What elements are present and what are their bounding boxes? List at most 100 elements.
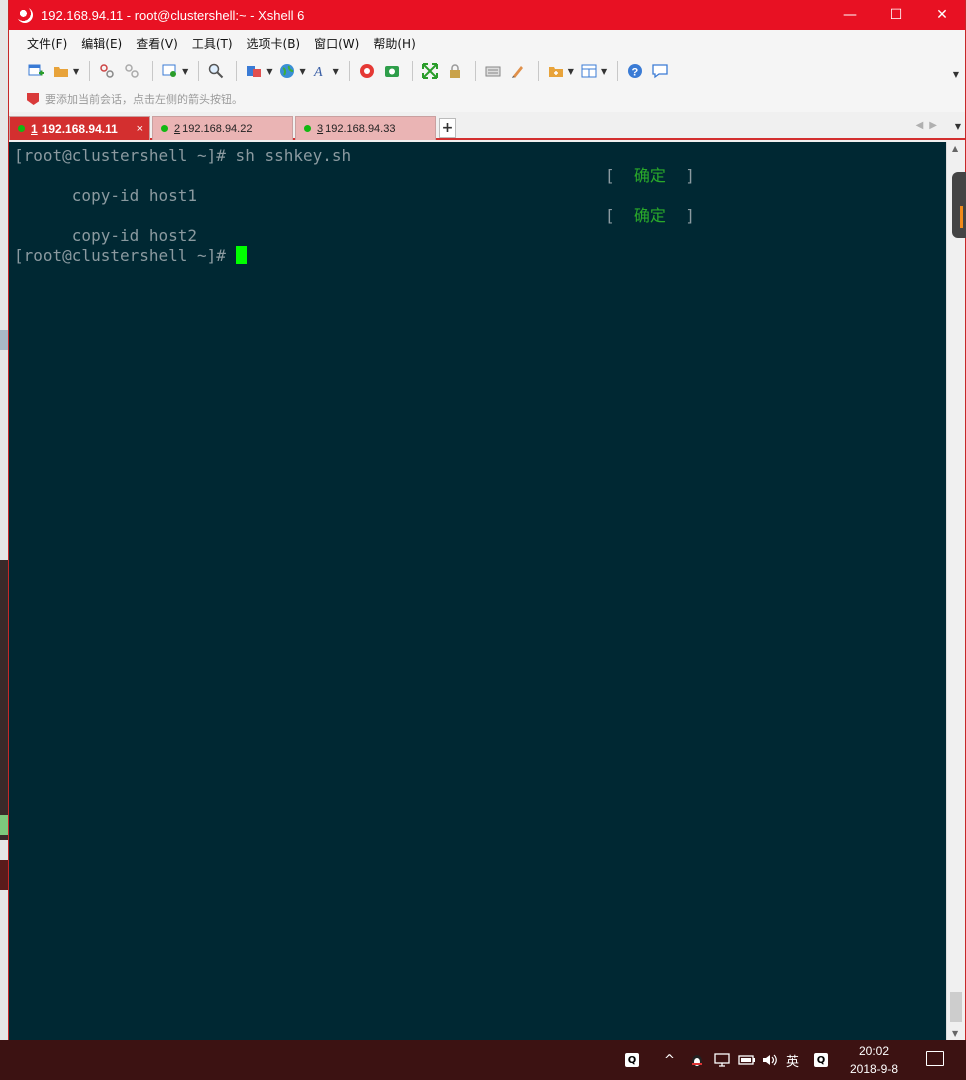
toolbar-separator: [198, 61, 200, 81]
tab-session-3[interactable]: 3 192.168.94.33: [295, 116, 436, 140]
add-tab-button[interactable]: +: [439, 118, 456, 138]
clock-time: 20:02: [858, 1044, 890, 1058]
qq-penguin-icon[interactable]: [690, 1050, 704, 1070]
tab-session-2[interactable]: 2 192.168.94.22: [152, 116, 293, 140]
widget-indicator: [960, 206, 963, 228]
globe-icon[interactable]: [276, 60, 298, 82]
battery-icon[interactable]: [738, 1050, 756, 1070]
highlight-icon[interactable]: [507, 60, 529, 82]
toolbar-separator: [617, 61, 619, 81]
toolbar: ▼ ▼ ▼ ▼ A ▼ ▼ ▼ ? ▼: [9, 56, 965, 86]
tab-session-1[interactable]: 1 192.168.94.11 ×: [9, 116, 150, 140]
terminal-line: copy-id host2 [ 确定 ]: [14, 206, 947, 245]
floating-side-widget[interactable]: [952, 172, 966, 238]
tray-app-icon[interactable]: Q: [625, 1050, 639, 1070]
network-icon[interactable]: [714, 1050, 730, 1070]
tab-label: 192.168.94.22: [182, 122, 253, 135]
desktop-window-edge: [0, 860, 8, 890]
status-bracket-close: ]: [665, 166, 695, 185]
taskbar-clock[interactable]: 20:02 2018-9-8: [844, 1042, 904, 1078]
tab-scroll-arrows-icon[interactable]: ◀▶: [916, 120, 943, 131]
terminal-area[interactable]: [root@clustershell ~]# sh sshkey.sh copy…: [9, 142, 947, 1040]
chevron-down-icon[interactable]: ▼: [333, 67, 339, 76]
desktop-background: [0, 0, 8, 1040]
status-bracket-open: [: [605, 206, 634, 225]
add-session-arrow-icon[interactable]: [27, 93, 39, 105]
new-folder-icon[interactable]: [545, 60, 567, 82]
terminal-text: [root@clustershell ~]# sh sshkey.sh: [14, 146, 352, 165]
session-bar: 要添加当前会话，点击左侧的箭头按钮。: [9, 86, 965, 112]
desktop-window-edge: [0, 330, 8, 350]
tray-app-icon[interactable]: Q: [814, 1050, 828, 1070]
terminal-prompt-line: [root@clustershell ~]#: [14, 246, 947, 266]
chevron-down-icon[interactable]: ▼: [299, 67, 305, 76]
chat-icon[interactable]: [649, 60, 671, 82]
scroll-down-icon[interactable]: ▼: [952, 1029, 958, 1038]
disconnect-icon[interactable]: [96, 60, 118, 82]
connected-status-icon: [161, 125, 168, 132]
new-session-icon[interactable]: [25, 60, 47, 82]
taskbar: Q ^ 英 Q 20:02 2018-9-8: [0, 1040, 966, 1080]
chevron-down-icon[interactable]: ▼: [182, 67, 188, 76]
menu-window[interactable]: 窗口(W): [314, 35, 359, 52]
tray-expand-icon[interactable]: ^: [664, 1050, 675, 1070]
session-hint: 要添加当前会话，点击左侧的箭头按钮。: [45, 93, 243, 106]
layout-icon[interactable]: [578, 60, 600, 82]
clock-date: 2018-9-8: [849, 1062, 899, 1076]
toolbar-separator: [537, 61, 539, 81]
chevron-down-icon[interactable]: ▼: [266, 67, 272, 76]
menu-tools[interactable]: 工具(T): [192, 35, 233, 52]
tab-index: 3: [317, 122, 324, 135]
menu-edit[interactable]: 编辑(E): [81, 35, 122, 52]
xftp-icon[interactable]: [356, 60, 378, 82]
chevron-down-icon[interactable]: ▼: [568, 67, 574, 76]
volume-icon[interactable]: [762, 1050, 778, 1070]
close-tab-icon[interactable]: ×: [137, 123, 143, 135]
keyboard-icon[interactable]: [482, 60, 504, 82]
lock-icon[interactable]: [444, 60, 466, 82]
desktop-window-edge: [0, 560, 8, 840]
menu-help[interactable]: 帮助(H): [373, 35, 415, 52]
qq-tray-icon[interactable]: Q: [625, 1053, 639, 1067]
title-bar[interactable]: 192.168.94.11 - root@clustershell:~ - Xs…: [9, 0, 965, 30]
tab-index: 2: [174, 122, 181, 135]
menu-tabs[interactable]: 选项卡(B): [247, 35, 301, 52]
tab-list-dropdown-icon[interactable]: ▼: [955, 122, 961, 131]
properties-icon[interactable]: [159, 60, 181, 82]
toolbar-overflow-icon[interactable]: ▼: [953, 70, 959, 79]
status-indicator: [ 确定 ]: [605, 166, 695, 186]
close-button[interactable]: ✕: [919, 0, 965, 30]
maximize-button[interactable]: ☐: [873, 0, 919, 30]
scrollbar-thumb[interactable]: [950, 992, 962, 1022]
toolbar-separator: [474, 61, 476, 81]
scroll-up-icon[interactable]: ▲: [952, 144, 958, 153]
connected-status-icon: [304, 125, 311, 132]
help-icon[interactable]: ?: [624, 60, 646, 82]
font-icon[interactable]: A: [310, 60, 332, 82]
desktop-window-edge: [0, 815, 8, 835]
camera-icon[interactable]: [381, 60, 403, 82]
menu-file[interactable]: 文件(F): [27, 35, 67, 52]
chevron-down-icon[interactable]: ▼: [73, 67, 79, 76]
qq-tray-icon[interactable]: Q: [814, 1053, 828, 1067]
minimize-button[interactable]: —: [827, 0, 873, 30]
status-bracket-close: ]: [665, 206, 695, 225]
xshell-window: 192.168.94.11 - root@clustershell:~ - Xs…: [8, 0, 966, 1040]
menu-bar: 文件(F) 编辑(E) 查看(V) 工具(T) 选项卡(B) 窗口(W) 帮助(…: [9, 30, 965, 56]
transfer-icon[interactable]: [243, 60, 265, 82]
find-icon[interactable]: [205, 60, 227, 82]
open-folder-icon[interactable]: [50, 60, 72, 82]
chevron-down-icon[interactable]: ▼: [601, 67, 607, 76]
fullscreen-icon[interactable]: [419, 60, 441, 82]
menu-view[interactable]: 查看(V): [136, 35, 178, 52]
terminal-scrollbar[interactable]: ▲ ▼: [946, 142, 965, 1040]
ime-indicator[interactable]: 英: [786, 1050, 799, 1070]
terminal-cursor: [235, 246, 247, 264]
action-center-icon[interactable]: [926, 1051, 944, 1066]
svg-text:?: ?: [632, 67, 639, 79]
xshell-app-icon[interactable]: [17, 7, 33, 23]
status-bracket-open: [: [605, 166, 634, 185]
reconnect-icon[interactable]: [121, 60, 143, 82]
